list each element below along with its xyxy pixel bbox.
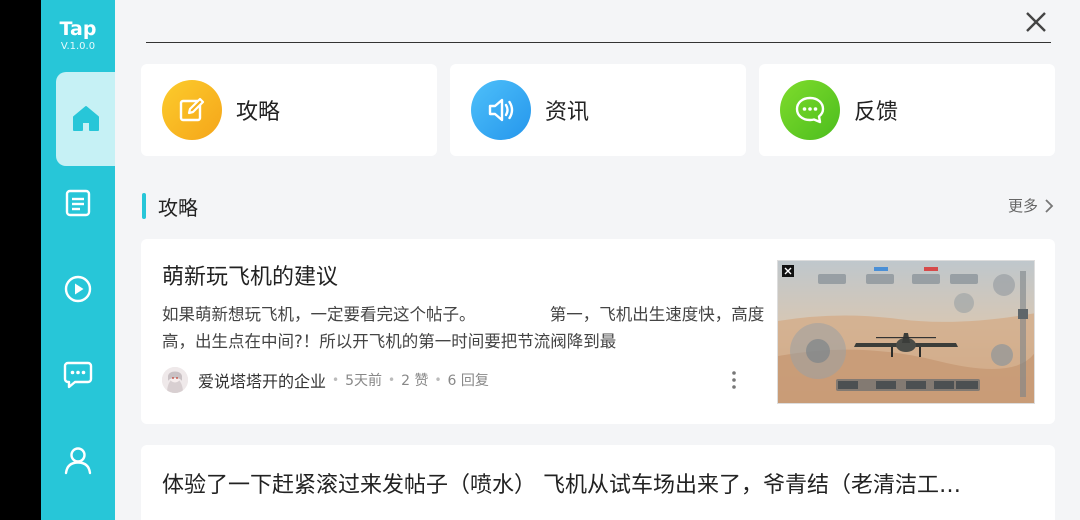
sidebar-item-articles[interactable] [41,163,115,243]
chat-bubble-icon [780,80,840,140]
speaker-icon [471,80,531,140]
post-excerpt: 如果萌新想玩飞机，一定要看完这个帖子。 第一，飞机出生速度快，高度高，出生点在中… [162,305,765,351]
main-content: 攻略 资讯 反馈 攻略 更多 萌新玩飞机的建议 如果萌新想玩飞机，一定要看完这个… [115,0,1080,520]
version-label: V.1.0.0 [60,41,96,52]
close-icon [1026,12,1046,32]
author-name[interactable]: 爱说塔塔开的企业 [198,368,326,392]
post-title: 萌新玩飞机的建议 [162,265,339,290]
avatar[interactable] [162,367,188,393]
quick-link-label: 反馈 [854,100,899,125]
sidebar-item-videos[interactable] [41,249,115,329]
post-card[interactable]: 体验了一下赶紧滚过来发帖子（喷水） 飞机从试车场出来了，爷青结（老清洁工… [141,445,1055,520]
quick-link-feedback[interactable]: 反馈 [759,64,1055,156]
post-meta: 爱说塔塔开的企业 • 5天前 • 2 赞 • 6 回复 [162,367,762,393]
meta-separator: • [434,373,442,387]
post-card[interactable]: 萌新玩飞机的建议 如果萌新想玩飞机，一定要看完这个帖子。 第一，飞机出生速度快，… [141,239,1055,424]
meta-separator: • [332,373,340,387]
post-likes: 2 赞 [401,373,429,389]
section-more-link[interactable]: 更多 [1008,195,1054,216]
chevron-right-icon [1045,198,1054,213]
user-icon [64,447,92,475]
document-icon [65,189,91,217]
search-underline[interactable] [146,42,1051,43]
post-title: 体验了一下赶紧滚过来发帖子（喷水） 飞机从试车场出来了，爷青结（老清洁工… [162,473,961,498]
post-thumbnail[interactable] [777,260,1035,404]
quick-link-label: 资讯 [545,100,590,125]
more-label: 更多 [1008,197,1039,215]
logo-text: Tap [59,18,97,40]
sidebar-item-messages[interactable] [41,334,115,414]
app-logo: Tap V.1.0.0 [41,0,115,72]
more-options-icon[interactable] [729,369,739,391]
post-time: 5天前 [345,373,383,389]
meta-separator: • [388,373,396,387]
close-button[interactable] [1020,6,1052,38]
quick-link-news[interactable]: 资讯 [450,64,746,156]
sidebar: Tap V.1.0.0 [41,0,115,520]
sidebar-item-home[interactable] [56,72,115,166]
post-replies: 6 回复 [447,373,489,389]
quick-link-label: 攻略 [236,100,281,125]
play-icon [64,275,92,303]
section-title: 攻略 [158,196,198,220]
section-accent-bar [142,193,146,219]
chat-icon [63,361,93,389]
quick-link-guides[interactable]: 攻略 [141,64,437,156]
edit-icon [162,80,222,140]
home-icon [72,106,99,131]
sidebar-item-profile[interactable] [41,420,115,500]
